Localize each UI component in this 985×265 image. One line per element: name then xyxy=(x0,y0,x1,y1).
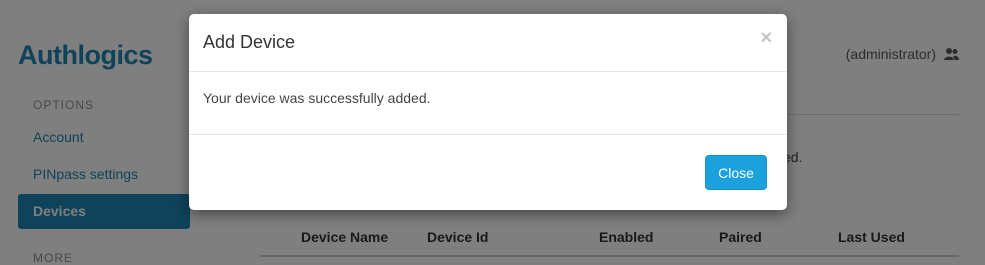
modal-footer: Close xyxy=(189,134,787,210)
close-icon[interactable]: × xyxy=(760,27,772,50)
close-button[interactable]: Close xyxy=(705,155,767,190)
modal-header: Add Device × xyxy=(189,14,787,72)
add-device-modal: Add Device × Your device was successfull… xyxy=(189,14,787,210)
page: Authlogics OPTIONS Account PINpass setti… xyxy=(0,0,985,265)
modal-title: Add Device xyxy=(203,32,296,52)
modal-message: Your device was successfully added. xyxy=(203,90,431,106)
